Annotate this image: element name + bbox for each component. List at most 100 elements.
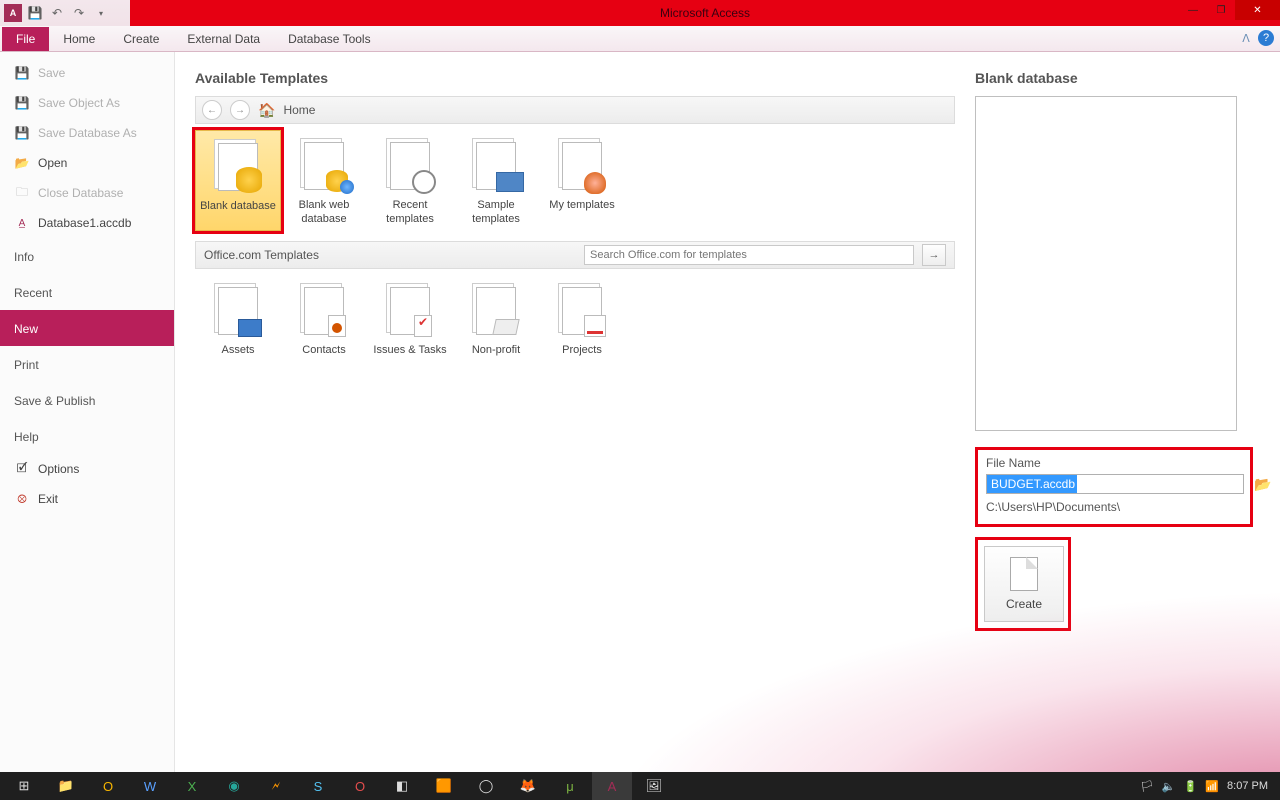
sidebar-exit[interactable]: ⮾Exit	[0, 484, 174, 514]
sidebar-recent-file[interactable]: A̲Database1.accdb	[0, 208, 174, 238]
preview-panel: Blank database File Name C:\Users\HP\Doc…	[975, 70, 1260, 754]
sidebar-options[interactable]: 🗹Options	[0, 454, 174, 484]
taskbar-opera[interactable]: O	[340, 772, 380, 800]
sidebar-save-object-as[interactable]: 💾Save Object As	[0, 88, 174, 118]
sidebar-info[interactable]: Info	[0, 238, 174, 274]
tray-flag-icon[interactable]: 🏳	[1140, 780, 1154, 793]
file-path-label: C:\Users\HP\Documents\	[986, 500, 1242, 514]
sidebar-close-database[interactable]: 🗀Close Database	[0, 178, 174, 208]
backstage-sidebar: 💾Save 💾Save Object As 💾Save Database As …	[0, 52, 175, 772]
template-blank-database[interactable]: Blank database	[195, 130, 281, 231]
undo-icon[interactable]: ↶	[48, 4, 66, 22]
sidebar-help[interactable]: Help	[0, 418, 174, 454]
taskbar-utorrent[interactable]: μ	[550, 772, 590, 800]
window-controls: — ❐ ✕	[1179, 0, 1280, 20]
template-breadcrumb: ← → 🏠 Home	[195, 96, 955, 124]
tab-database-tools[interactable]: Database Tools	[274, 27, 385, 51]
save-icon: 💾	[14, 65, 30, 81]
quick-access-toolbar: A 💾 ↶ ↷ ▾	[0, 4, 114, 22]
taskbar-app2[interactable]: 🟧	[424, 772, 464, 800]
redo-icon[interactable]: ↷	[70, 4, 88, 22]
sidebar-save[interactable]: 💾Save	[0, 58, 174, 88]
taskbar-outlook[interactable]: O	[88, 772, 128, 800]
start-button[interactable]: ⊞	[4, 772, 44, 800]
tab-home[interactable]: Home	[49, 27, 109, 51]
taskbar-app3[interactable]: 🖼	[634, 772, 674, 800]
folder-open-icon: 📂	[14, 155, 30, 171]
breadcrumb-home[interactable]: Home	[283, 103, 315, 117]
templates-panel: Available Templates ← → 🏠 Home Blank dat…	[195, 70, 955, 754]
taskbar-skype[interactable]: S	[298, 772, 338, 800]
sidebar-recent[interactable]: Recent	[0, 274, 174, 310]
taskbar-media[interactable]: ◉	[214, 772, 254, 800]
save-icon[interactable]: 💾	[26, 4, 44, 22]
new-doc-icon	[1010, 557, 1038, 591]
blank-database-heading: Blank database	[975, 70, 1260, 86]
template-issues-tasks[interactable]: ✔ Issues & Tasks	[367, 275, 453, 361]
restore-button[interactable]: ❐	[1207, 0, 1235, 20]
taskbar-firefox[interactable]: 🦊	[508, 772, 548, 800]
system-tray: 🏳 🔈 🔋 📶 8:07 PM	[1140, 780, 1276, 793]
taskbar-winamp[interactable]: 🗲	[256, 772, 296, 800]
file-name-area: File Name C:\Users\HP\Documents\ 📂	[975, 447, 1253, 527]
search-go-button[interactable]: →	[922, 244, 946, 266]
template-contacts[interactable]: Contacts	[281, 275, 367, 361]
minimize-ribbon-icon[interactable]: ᐱ	[1238, 30, 1254, 46]
sidebar-save-database-as[interactable]: 💾Save Database As	[0, 118, 174, 148]
sidebar-save-publish[interactable]: Save & Publish	[0, 382, 174, 418]
file-name-input[interactable]	[986, 474, 1244, 494]
create-button-highlight: Create	[975, 537, 1071, 631]
tab-create[interactable]: Create	[109, 27, 173, 51]
search-templates-input[interactable]	[584, 245, 914, 265]
office-templates-bar: Office.com Templates →	[195, 241, 955, 269]
close-db-icon: 🗀	[14, 185, 30, 201]
taskbar-explorer[interactable]: 📁	[46, 772, 86, 800]
titlebar: A 💾 ↶ ↷ ▾ Microsoft Access — ❐ ✕	[0, 0, 1280, 26]
qat-dropdown-icon[interactable]: ▾	[92, 4, 110, 22]
browse-folder-button[interactable]: 📂	[1254, 476, 1274, 496]
template-recent-templates[interactable]: Recent templates	[367, 130, 453, 231]
create-button[interactable]: Create	[984, 546, 1064, 622]
templates-row-1: Blank database Blank web database Recent…	[195, 124, 955, 237]
file-tab[interactable]: File	[2, 27, 49, 51]
template-sample-templates[interactable]: Sample templates	[453, 130, 539, 231]
tray-network-icon[interactable]: 📶	[1205, 780, 1219, 793]
options-icon: 🗹	[14, 461, 30, 477]
template-projects[interactable]: Projects	[539, 275, 625, 361]
ribbon-tabs: File Home Create External Data Database …	[0, 26, 1280, 52]
backstage-view: 💾Save 💾Save Object As 💾Save Database As …	[0, 52, 1280, 772]
titlebar-highlight: Microsoft Access	[130, 0, 1280, 26]
tab-external-data[interactable]: External Data	[173, 27, 274, 51]
sidebar-open[interactable]: 📂Open	[0, 148, 174, 178]
close-button[interactable]: ✕	[1235, 0, 1280, 20]
template-non-profit[interactable]: Non-profit	[453, 275, 539, 361]
taskbar-excel[interactable]: X	[172, 772, 212, 800]
file-name-label: File Name	[986, 456, 1242, 470]
tray-volume-icon[interactable]: 🔈	[1162, 780, 1176, 793]
windows-taskbar: ⊞ 📁 O W X ◉ 🗲 S O ◧ 🟧 ◯ 🦊 μ A 🖼 🏳 🔈 🔋 📶 …	[0, 772, 1280, 800]
taskbar-chrome[interactable]: ◯	[466, 772, 506, 800]
exit-icon: ⮾	[14, 491, 30, 507]
template-blank-web-database[interactable]: Blank web database	[281, 130, 367, 231]
taskbar-app1[interactable]: ◧	[382, 772, 422, 800]
tray-battery-icon[interactable]: 🔋	[1184, 780, 1198, 793]
nav-back-button[interactable]: ←	[202, 100, 222, 120]
minimize-button[interactable]: —	[1179, 0, 1207, 20]
app-title: Microsoft Access	[660, 6, 750, 20]
templates-row-2: Assets Contacts ✔ Issues & Tasks Non-pro…	[195, 269, 955, 367]
template-my-templates[interactable]: My templates	[539, 130, 625, 231]
home-icon[interactable]: 🏠	[258, 102, 275, 119]
access-file-icon: A̲	[14, 215, 30, 231]
access-app-icon[interactable]: A	[4, 4, 22, 22]
help-icon[interactable]: ?	[1258, 30, 1274, 46]
save-as-icon: 💾	[14, 95, 30, 111]
taskbar-word[interactable]: W	[130, 772, 170, 800]
sidebar-new[interactable]: New	[0, 310, 174, 346]
nav-forward-button[interactable]: →	[230, 100, 250, 120]
taskbar-access[interactable]: A	[592, 772, 632, 800]
tray-clock[interactable]: 8:07 PM	[1227, 780, 1268, 792]
office-templates-label: Office.com Templates	[204, 248, 319, 262]
available-templates-heading: Available Templates	[195, 70, 955, 86]
template-assets[interactable]: Assets	[195, 275, 281, 361]
sidebar-print[interactable]: Print	[0, 346, 174, 382]
